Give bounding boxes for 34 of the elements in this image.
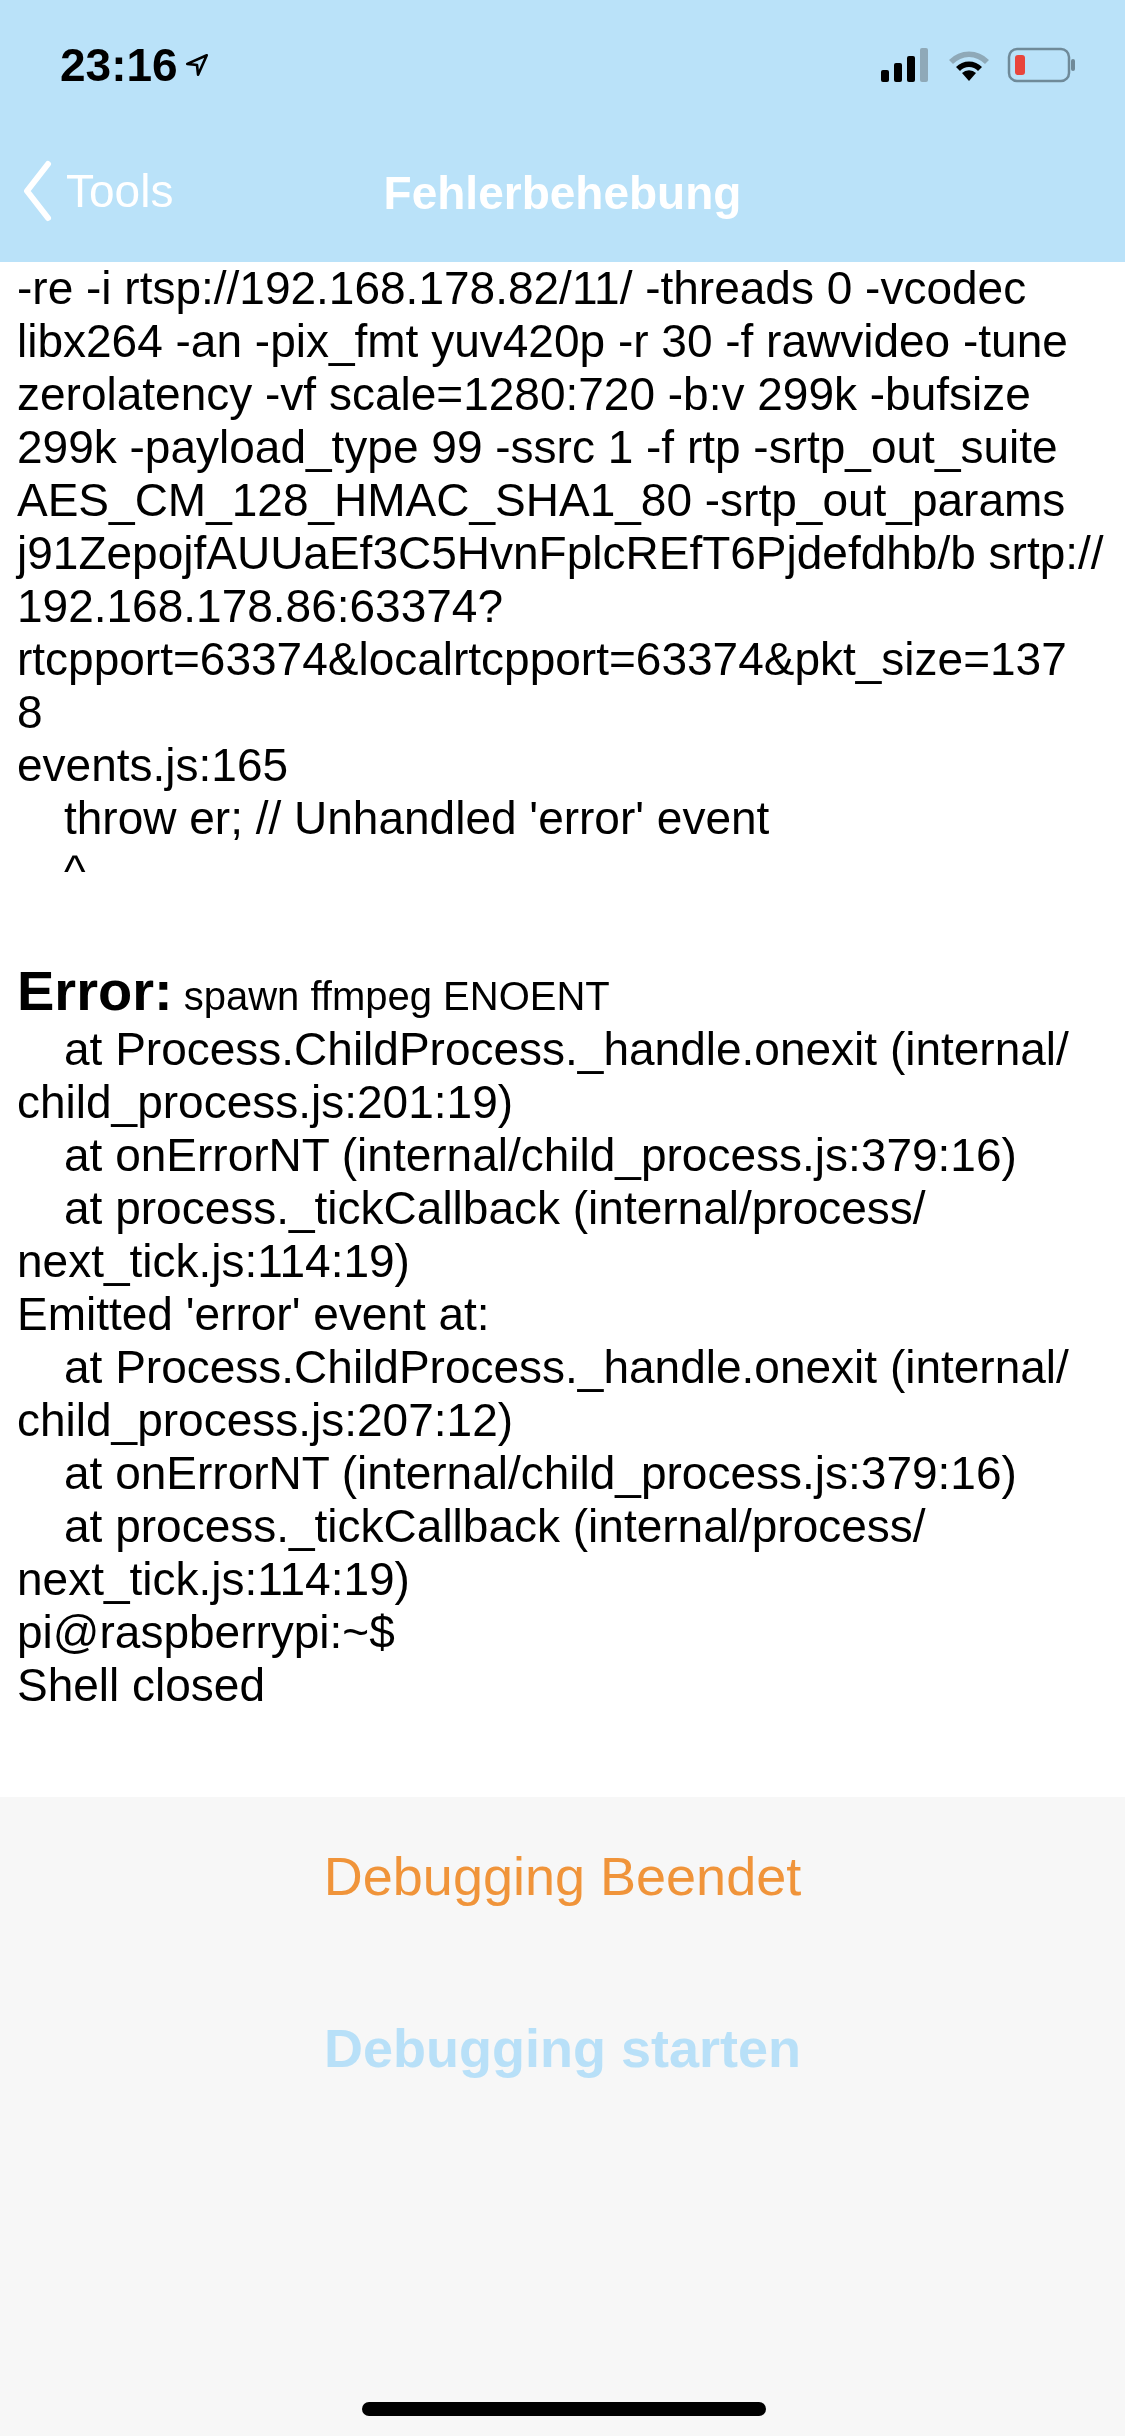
log-line: Shell closed [17, 1659, 267, 1712]
log-line: child_process.js:201:19) [17, 1076, 515, 1129]
location-arrow-icon [183, 52, 210, 78]
log-line: ^ [63, 845, 87, 898]
signal-icon [881, 48, 931, 82]
log-line: j91ZepojfAUUaEf3C5HvnFplcREfT6Pjdefdhb/b srtp:// [17, 527, 1105, 580]
chevron-left-icon [22, 160, 52, 222]
log-line: at onErrorNT (internal/child_process.js:379:16) [63, 1447, 1018, 1500]
back-button[interactable]: Tools [22, 160, 174, 222]
log-line: child_process.js:207:12) [17, 1394, 515, 1447]
clock-time: 23:16 [60, 38, 178, 92]
log-line: at Process.ChildProcess._handle.onexit (internal/ [63, 1023, 1070, 1076]
log-line: next_tick.js:114:19) [17, 1553, 411, 1606]
log-line: pi@raspberrypi:~$ [17, 1606, 396, 1659]
log-line: 299k -payload_type 99 -ssrc 1 -f rtp -srtp_out_suite [17, 421, 1059, 474]
log-line: events.js:165 [17, 739, 290, 792]
log-line: zerolatency -vf scale=1280:720 -b:v 299k -bufsize [17, 368, 1032, 421]
log-line: next_tick.js:114:19) [17, 1235, 411, 1288]
battery-low-icon [1007, 47, 1077, 83]
log-line: libx264 -an -pix_fmt yuv420p -r 30 -f rawvideo -tune [17, 315, 1069, 368]
log-line: AES_CM_128_HMAC_SHA1_80 -srtp_out_params [17, 474, 1067, 527]
log-line: at Process.ChildProcess._handle.onexit (internal/ [63, 1341, 1070, 1394]
log-line: throw er; // Unhandled 'error' event [63, 792, 771, 845]
error-heading: Error: spawn ffmpeg ENOENT [17, 964, 611, 1023]
status-message: Debugging Beendet [323, 1845, 802, 1907]
log-line: at process._tickCallback (internal/process/ [63, 1182, 927, 1235]
log-line: Emitted 'error' event at: [17, 1288, 491, 1341]
screen-title: Fehlerbehebung [383, 166, 742, 220]
log-line: 8 [17, 686, 44, 739]
log-line: 192.168.178.86:63374? [17, 580, 505, 633]
log-line: at process._tickCallback (internal/process/ [63, 1500, 927, 1553]
log-line: at onErrorNT (internal/child_process.js:379:16) [63, 1129, 1018, 1182]
log-line: rtcpport=63374&localrtcpport=63374&pkt_size=137 [17, 633, 1068, 686]
log-line: -re -i rtsp://192.168.178.82/11/ -threads 0 -vcodec [17, 262, 1028, 315]
